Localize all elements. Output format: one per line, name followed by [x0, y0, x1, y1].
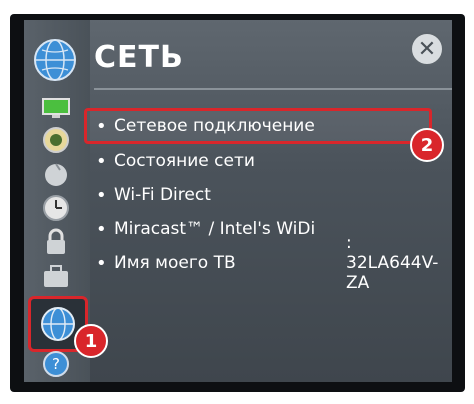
menu-item-label: Miracast™ / Intel's WiDi	[114, 219, 316, 239]
bullet-icon: •	[96, 150, 107, 172]
network-settings-screen: ? СЕТЬ ✕ • Сетевое подключение • Состоян…	[24, 20, 452, 382]
picture-icon[interactable]	[38, 94, 74, 122]
menu-item-label: Состояние сети	[114, 151, 255, 171]
menu-item-network-connection[interactable]: • Сетевое подключение	[84, 108, 432, 144]
channel-icon[interactable]	[38, 160, 74, 188]
page-title: СЕТЬ	[94, 40, 184, 75]
header-divider	[94, 88, 452, 90]
support-icon[interactable]: ?	[38, 350, 74, 378]
menu-item-label: Wi-Fi Direct	[114, 185, 211, 205]
menu-item-wifi-direct[interactable]: • Wi-Fi Direct	[96, 180, 436, 210]
option-icon[interactable]	[38, 262, 74, 290]
bullet-icon: •	[96, 115, 107, 137]
network-globe-icon	[28, 34, 82, 86]
menu-item-tv-name[interactable]: • Имя моего ТВ : 32LA644V-ZA	[96, 233, 438, 293]
close-button[interactable]: ✕	[410, 32, 444, 66]
tv-name-value: : 32LA644V-ZA	[346, 233, 439, 293]
bullet-icon: •	[96, 184, 107, 206]
time-icon[interactable]	[38, 194, 74, 222]
lock-icon[interactable]	[38, 228, 74, 256]
menu-item-label: Имя моего ТВ	[114, 253, 236, 273]
step-badge-1: 1	[74, 324, 108, 358]
step-badge-2: 2	[410, 128, 444, 162]
bullet-icon: •	[96, 252, 107, 274]
menu-item-label: Сетевое подключение	[114, 116, 315, 136]
svg-text:?: ?	[52, 355, 60, 373]
audio-icon[interactable]	[38, 126, 74, 154]
bullet-icon: •	[96, 218, 107, 240]
menu-item-network-status[interactable]: • Состояние сети	[96, 146, 436, 176]
